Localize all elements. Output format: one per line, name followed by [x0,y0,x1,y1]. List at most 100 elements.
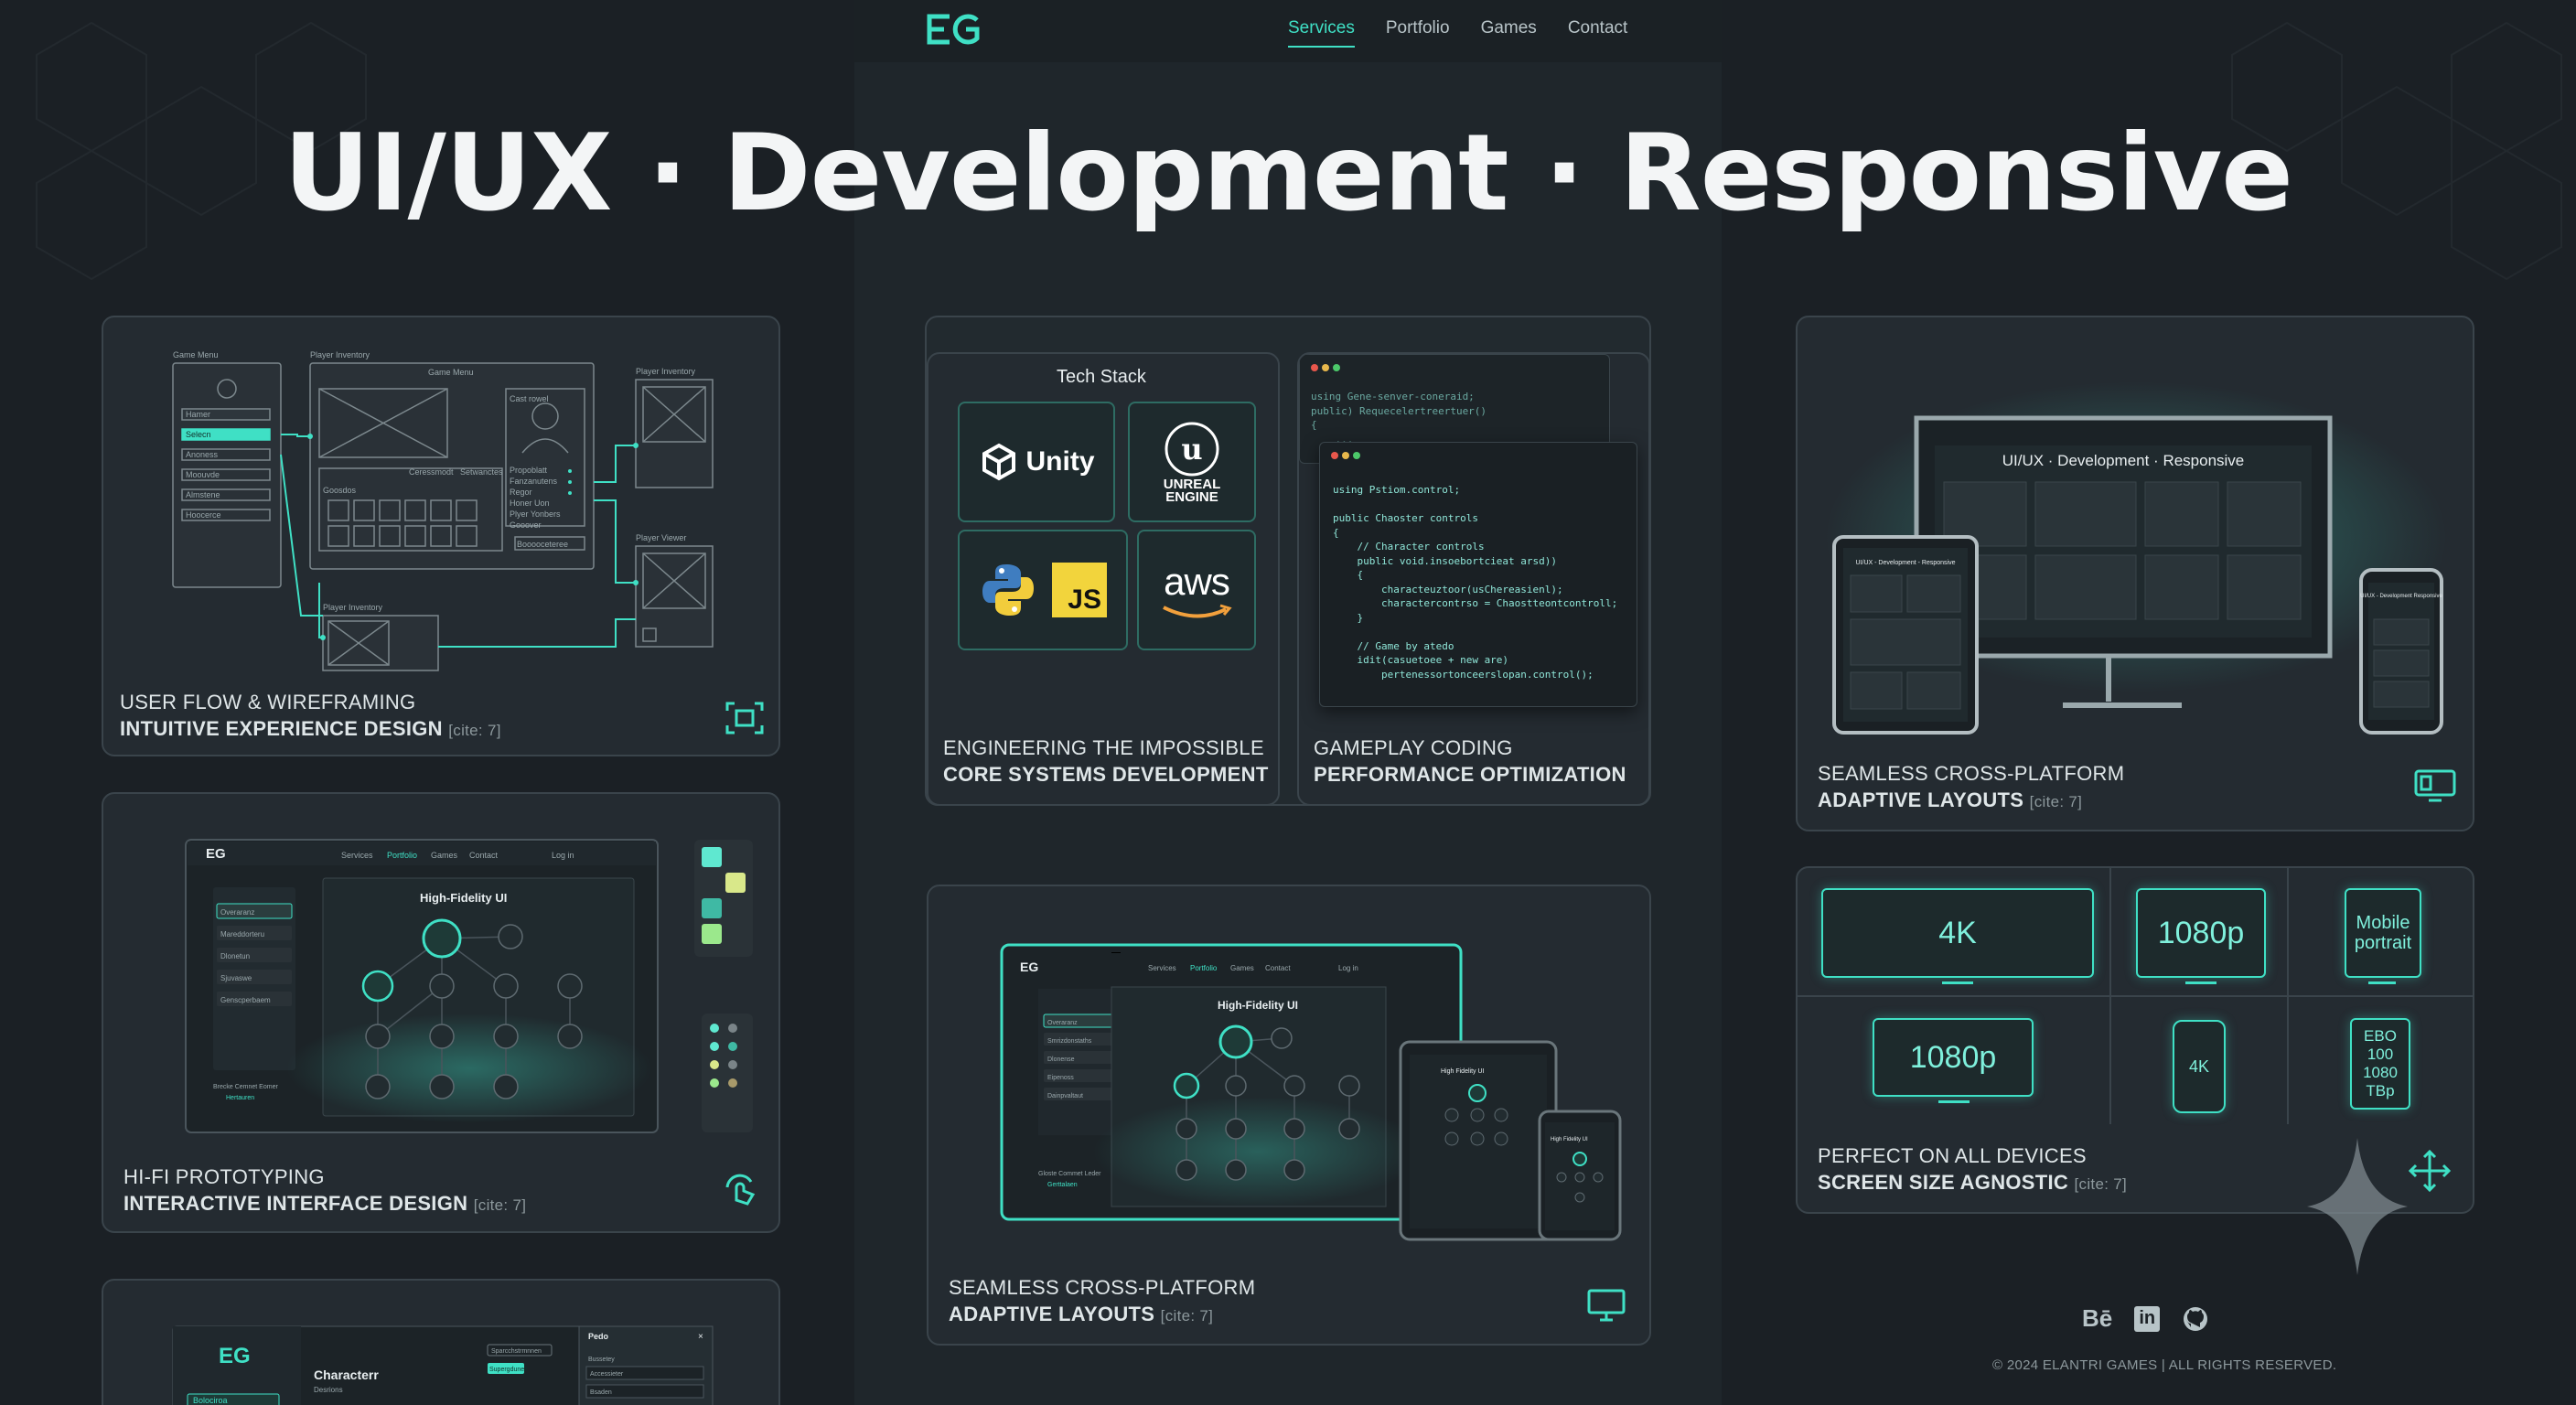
wireframe-cite: [cite: 7] [448,722,501,739]
wf-label-goosdos: Goosdos [323,486,357,495]
xc-sidebar-3: Eipenoss [1047,1075,1074,1081]
card-gameplay-coding[interactable]: using Gene-senver-coneraid; public) Requ… [1297,352,1650,806]
xc-caption-line2: ADAPTIVE LAYOUTS [949,1303,1155,1325]
card-wireframe[interactable]: Game Menu Player Inventory Game Menu Pla… [102,316,780,756]
card-tech-stack[interactable]: Tech Stack Unity u UNREAL ENGINE JS aws … [927,352,1280,806]
code-back: using Gene-senver-coneraid; public) Requ… [1311,391,1487,445]
window-dots-back [1311,364,1340,371]
unreal-icon: u [1165,422,1219,477]
crossplatform-center-illustration: EG Services Portfolio Games Contact Log … [1000,943,1622,1241]
wf-label-player-inventory-b: Player Inventory [323,603,383,612]
page-headline: UI/UX · Development · Responsive [284,112,2293,235]
xc-cite: [cite: 7] [1160,1307,1214,1325]
stand-0 [1942,981,1973,984]
xc-sidebar-1: Smrizdonstaths [1047,1038,1092,1045]
xr-caption-line1: SEAMLESS CROSS-PLATFORM [1818,762,2125,785]
code-front: using Pstiom.control; public Chaoster co… [1333,484,1618,681]
xc-caption-line1: SEAMLESS CROSS-PLATFORM [949,1276,1256,1299]
partial-close-icon: × [698,1332,703,1342]
hifi-logo: EG [206,846,226,862]
techstack-caption-line1: ENGINEERING THE IMPOSSIBLE [943,736,1264,759]
wf-label-card-name: Cast rowel [510,394,549,403]
hifi-sidebar-4: Genscperbaem [220,996,271,1004]
hifi-screen-title: High-Fidelity UI [420,891,507,905]
xr-caption: SEAMLESS CROSS-PLATFORM ADAPTIVE LAYOUTS… [1818,760,2124,815]
wf-side-item-3: Honer Uon [510,499,550,508]
partial-logo: EG [219,1344,251,1368]
js-badge: JS [1052,563,1107,617]
res-cell-4k-phone: 4K [2173,1020,2226,1113]
partial-title: Characterr [314,1367,379,1382]
xc-screen-title: High-Fidelity UI [1218,999,1298,1012]
xc-menu-3: Contact [1265,964,1291,972]
wf-btn-0: Ceressmodt [409,467,454,477]
wf-menu-item-0: Hamer [186,410,210,419]
code-window-front: using Pstiom.control; public Chaoster co… [1319,442,1637,707]
tile-aws-label: aws [1164,560,1230,603]
stand-2 [2368,981,2396,984]
xc-menu-1: Portfolio [1190,964,1218,972]
python-icon [982,564,1034,616]
wireframe-caption: USER FLOW & WIREFRAMING INTUITIVE EXPERI… [120,689,501,744]
tile-unreal: u UNREAL ENGINE [1128,402,1256,522]
behance-icon[interactable]: Bē [2082,1304,2112,1333]
tile-unreal-label: UNREAL ENGINE [1163,477,1221,505]
partial-panel-item-1: Accessieter [590,1371,624,1378]
frame-icon [725,702,764,735]
partial-panel-item-2: Bsaden [590,1389,612,1396]
eg-logo[interactable] [924,13,982,46]
github-icon[interactable] [2182,1305,2209,1333]
nav-link-portfolio[interactable]: Portfolio [1386,18,1450,48]
gameplay-caption-line2: PERFORMANCE OPTIMIZATION [1314,763,1626,786]
tile-unity: Unity [958,402,1115,522]
res-cell-ebo-tablet: EBO 100 1080 TBp [2350,1018,2410,1110]
monitor-icon [1587,1289,1626,1322]
window-dots-front [1331,452,1360,459]
xr-tablet-title: UI/UX - Development - Responsive [1856,560,1956,566]
devices-caption-line2: SCREEN SIZE AGNOSTIC [1818,1171,2069,1194]
partial-tag: Supergdunelt [489,1367,528,1373]
devices-mockup-illustration: UI/UX · Development · Responsive UI/UX -… [1825,381,2447,735]
hifi-footer-value: Hertauren [226,1095,254,1101]
wf-label-player-inventory: Player Inventory [310,350,370,359]
wf-menu-item-1: Selecn [186,430,211,439]
wireframe-caption-line2: INTUITIVE EXPERIENCE DESIGN [120,717,443,740]
xc-caption: SEAMLESS CROSS-PLATFORM ADAPTIVE LAYOUTS… [949,1274,1255,1329]
copyright: © 2024 ELANTRI GAMES | ALL RIGHTS RESERV… [1992,1357,2337,1373]
display-icon [2414,769,2456,802]
card-hifi-prototyping[interactable]: EG Services Portfolio Games Contact Log … [102,792,780,1233]
res-cell-1-label: 1080p [2157,915,2245,950]
res-cell-4k-large: 4K [1821,888,2094,978]
wf-label-player-inventory-r: Player Inventory [636,367,696,376]
techstack-caption-line2: CORE SYSTEMS DEVELOPMENT [943,763,1269,786]
card-crossplatform-right[interactable]: UI/UX · Development · Responsive UI/UX -… [1796,316,2474,831]
hifi-caption-line1: HI-FI PROTOTYPING [123,1165,325,1188]
res-cell-1080p-top: 1080p [2136,888,2266,978]
tile-unity-label: Unity [1025,446,1095,477]
nav-link-services[interactable]: Services [1288,18,1355,48]
stand-3 [1938,1100,1970,1103]
card-crossplatform-center[interactable]: EG Services Portfolio Games Contact Log … [927,885,1651,1346]
linkedin-label: in [2139,1308,2156,1328]
wf-side-item-2: Regor [510,488,532,497]
xc-menu-0: Services [1148,964,1176,972]
res-cell-2-label: Mobile portrait [2354,913,2412,953]
sparkle-icon [2307,1138,2408,1275]
xc-sidebar-4: Dainpvaltaut [1047,1093,1083,1099]
wf-label-game-menu-title: Game Menu [428,368,474,377]
wf-menu-item-2: Anoness [186,450,219,459]
character-ui-illustration: EG Characterr Desrions Sparcchstrmnnen S… [172,1325,714,1405]
hifi-menu-3: Contact [469,851,499,860]
tech-stack-title: Tech Stack [1057,367,1146,387]
xc-tablet-title: High Fidelity UI [1441,1068,1485,1075]
card-character-ui-partial[interactable]: EG Characterr Desrions Sparcchstrmnnen S… [102,1279,780,1405]
wf-side-item-4: Plyer Yonbers [510,509,561,519]
wf-btn-1: Setwanctes [460,467,503,477]
hifi-login: Log in [552,851,574,860]
xr-cite: [cite: 7] [2029,793,2083,810]
hifi-menu-2: Games [431,851,458,860]
nav-link-contact[interactable]: Contact [1568,18,1627,48]
nav-link-games[interactable]: Games [1481,18,1537,48]
wf-side-item-1: Fanzanutens [510,477,558,486]
linkedin-icon[interactable]: in [2134,1305,2161,1332]
